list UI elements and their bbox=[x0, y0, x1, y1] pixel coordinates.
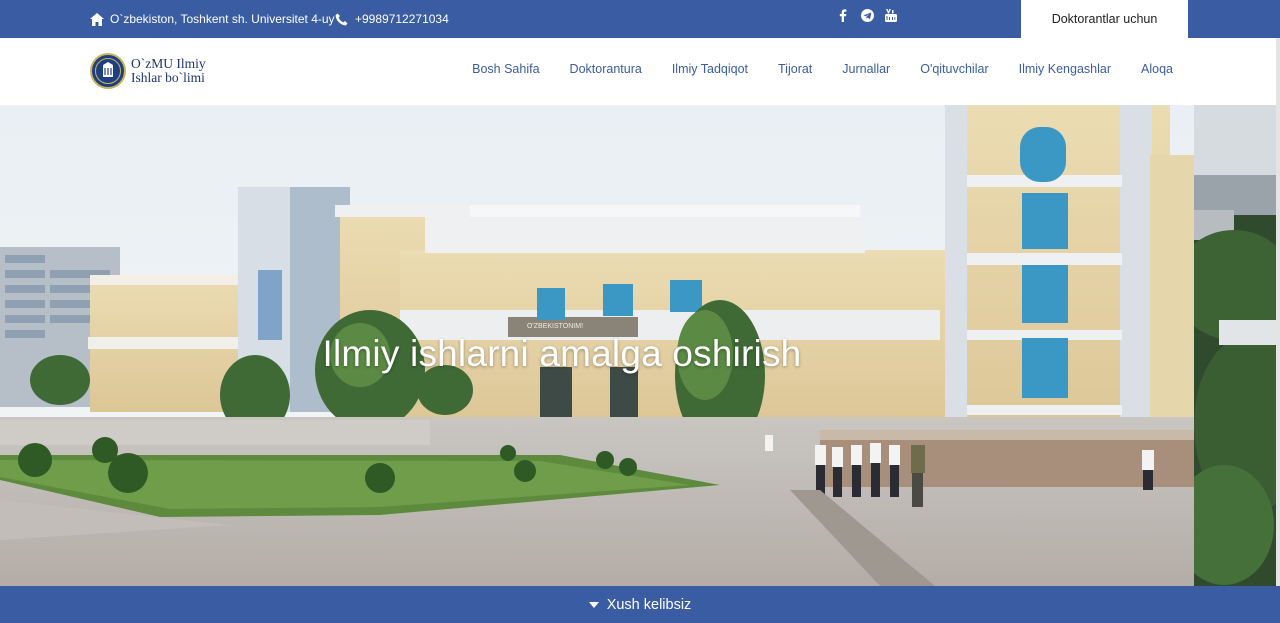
home-icon bbox=[89, 12, 104, 27]
nav-item-research[interactable]: Ilmiy Tadqiqot bbox=[672, 62, 748, 76]
telegram-icon[interactable] bbox=[860, 8, 874, 22]
brand-line-1: O`zMU Ilmiy bbox=[131, 56, 206, 71]
nav-item-journals[interactable]: Jurnallar bbox=[842, 62, 890, 76]
building-sign: O'ZBEKISTONIM! bbox=[527, 323, 583, 330]
hero-banner: O'ZBEKISTONIM! Ilmiy ishlarni amalga osh… bbox=[0, 105, 1194, 586]
top-bar: O`zbekiston, Toshkent sh. Universitet 4-… bbox=[0, 0, 1280, 38]
youtube-icon[interactable] bbox=[884, 8, 898, 22]
phone-text: +9989712271034 bbox=[355, 12, 449, 26]
main-navbar: O`zMU Ilmiy Ishlar bo`limi Bosh Sahifa D… bbox=[0, 38, 1280, 105]
nav-item-scientific-councils[interactable]: Ilmiy Kengashlar bbox=[1019, 62, 1111, 76]
page-scrollbar[interactable] bbox=[1276, 38, 1280, 623]
nav-item-doctorate[interactable]: Doktorantura bbox=[570, 62, 642, 76]
university-emblem-icon bbox=[90, 53, 126, 89]
main-menu: Bosh Sahifa Doktorantura Ilmiy Tadqiqot … bbox=[472, 38, 1173, 100]
doctoral-students-button[interactable]: Doktorantlar uchun bbox=[1021, 0, 1188, 38]
welcome-bar[interactable]: Xush kelibsiz bbox=[0, 586, 1280, 623]
site-logo[interactable]: O`zMU Ilmiy Ishlar bo`limi bbox=[90, 53, 206, 89]
social-links bbox=[836, 0, 898, 30]
nav-item-contact[interactable]: Aloqa bbox=[1141, 62, 1173, 76]
phone-info[interactable]: +9989712271034 bbox=[334, 0, 449, 38]
brand-line-2: Ishlar bo`limi bbox=[131, 70, 205, 85]
brand-name: O`zMU Ilmiy Ishlar bo`limi bbox=[131, 57, 206, 85]
hero-title: Ilmiy ishlarni amalga oshirish bbox=[322, 333, 802, 374]
caret-down-icon bbox=[588, 601, 599, 608]
hero-side-photo bbox=[1194, 105, 1276, 586]
facebook-icon[interactable] bbox=[836, 8, 850, 22]
address-info: O`zbekiston, Toshkent sh. Universitet 4-… bbox=[89, 0, 335, 38]
nav-item-commerce[interactable]: Tijorat bbox=[778, 62, 812, 76]
nav-item-home[interactable]: Bosh Sahifa bbox=[472, 62, 539, 76]
phone-icon bbox=[334, 12, 349, 27]
nav-item-teachers[interactable]: O'qituvchilar bbox=[920, 62, 988, 76]
address-text: O`zbekiston, Toshkent sh. Universitet 4-… bbox=[110, 12, 335, 26]
welcome-label: Xush kelibsiz bbox=[606, 596, 692, 613]
